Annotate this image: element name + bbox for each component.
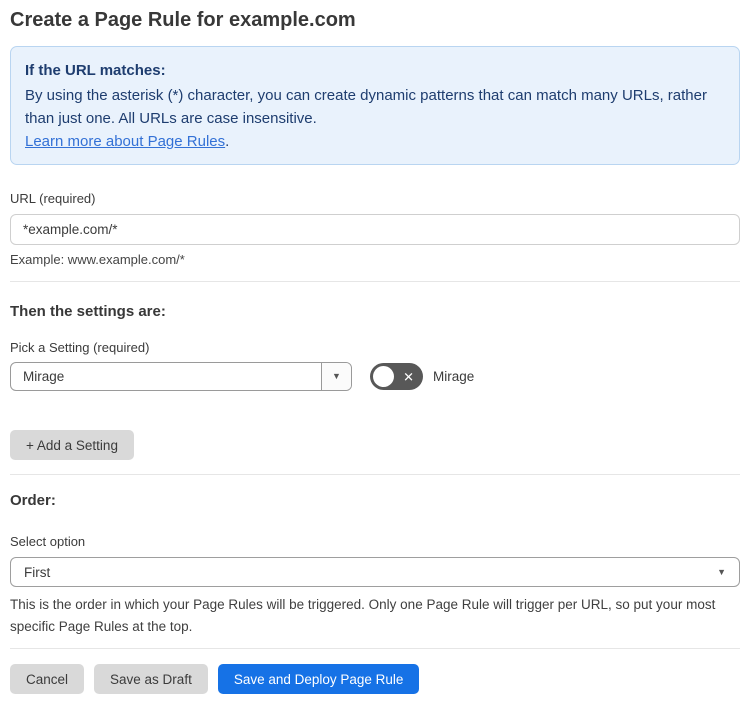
info-box-heading: If the URL matches: <box>25 62 166 79</box>
footer-actions: Cancel Save as Draft Save and Deploy Pag… <box>10 664 740 694</box>
link-period: . <box>225 133 230 150</box>
pick-setting-label: Pick a Setting (required) <box>10 340 150 355</box>
setting-row: Mirage ▼ ✕ Mirage <box>10 362 740 391</box>
settings-section-heading: Then the settings are: <box>10 303 166 320</box>
toggle-setting-label: Mirage <box>433 369 475 384</box>
info-box-body: By using the asterisk (*) character, you… <box>25 87 707 127</box>
learn-more-link[interactable]: Learn more about Page Rules <box>25 133 225 150</box>
order-select-label: Select option <box>10 534 86 549</box>
toggle-knob <box>373 366 394 387</box>
setting-select-arrow-button[interactable]: ▼ <box>321 363 351 390</box>
order-section-heading: Order: <box>10 492 56 509</box>
order-select-value: First <box>24 564 51 580</box>
order-help-text: This is the order in which your Page Rul… <box>10 597 716 634</box>
save-and-deploy-button[interactable]: Save and Deploy Page Rule <box>217 664 420 694</box>
create-page-rule-form: Create a Page Rule for example.com If th… <box>0 0 750 705</box>
chevron-down-icon: ▼ <box>332 371 341 381</box>
save-as-draft-button[interactable]: Save as Draft <box>94 664 208 694</box>
url-field-label: URL (required) <box>10 191 96 206</box>
order-select[interactable]: First ▼ <box>10 557 740 587</box>
cancel-button[interactable]: Cancel <box>10 664 85 694</box>
add-setting-button[interactable]: + Add a Setting <box>10 430 134 460</box>
mirage-toggle[interactable]: ✕ <box>370 363 423 390</box>
section-divider <box>10 648 740 649</box>
url-input[interactable] <box>10 214 740 245</box>
url-example-text: Example: www.example.com/* <box>10 252 185 267</box>
section-divider <box>10 474 740 475</box>
section-divider <box>10 281 740 282</box>
info-link-row: Learn more about Page Rules. <box>25 130 725 153</box>
setting-select[interactable]: Mirage ▼ <box>10 362 352 391</box>
page-title: Create a Page Rule for example.com <box>10 9 356 31</box>
setting-select-value: Mirage <box>23 369 65 384</box>
url-match-info-box: If the URL matches: By using the asteris… <box>10 46 740 165</box>
chevron-down-icon: ▼ <box>717 566 726 577</box>
toggle-off-x-icon: ✕ <box>403 369 414 384</box>
